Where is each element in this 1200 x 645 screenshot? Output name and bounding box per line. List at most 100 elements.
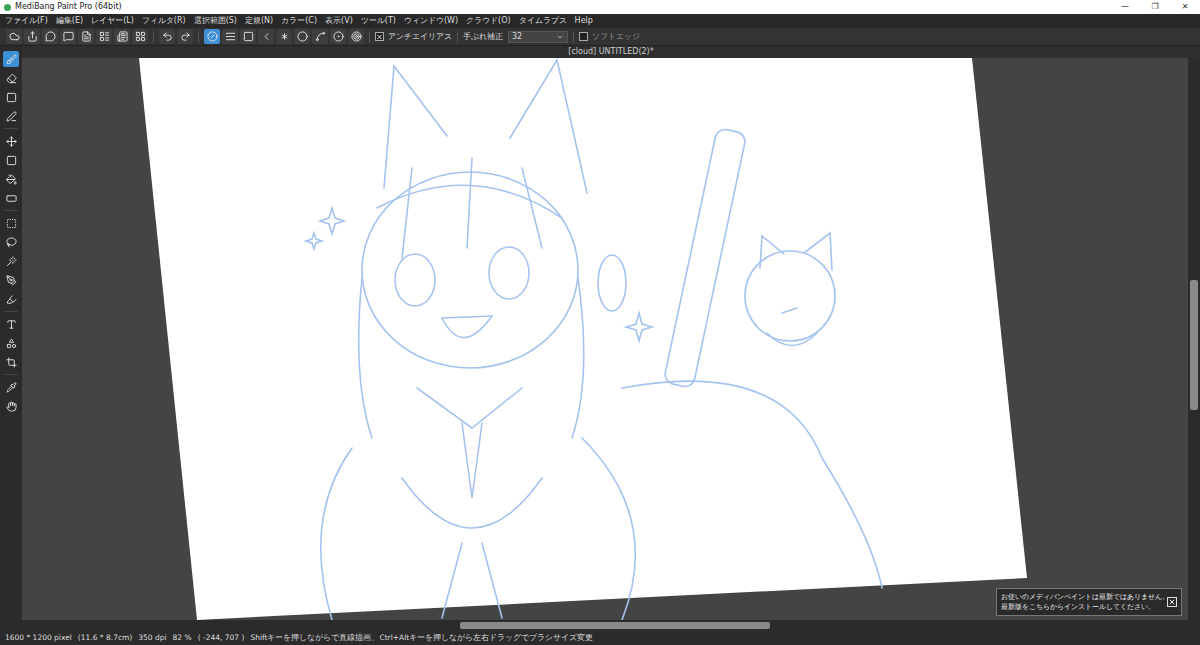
page-icon [81, 31, 92, 42]
stabilizer-select[interactable]: 32 [508, 31, 568, 43]
eyedropper-icon [6, 382, 17, 393]
status-text: 350 dpi [138, 634, 166, 642]
vertical-scrollbar[interactable] [1188, 58, 1200, 620]
antialias-checkbox[interactable] [375, 32, 384, 41]
toolbar-button[interactable] [258, 29, 274, 44]
curve-snap-icon [315, 31, 326, 42]
menu-item[interactable]: レイヤー(L) [91, 17, 134, 25]
update-notification: お使いのメディバンペイントは最新ではありません。最新版をこちらからインストールし… [996, 588, 1182, 616]
toolbar-button[interactable] [204, 29, 220, 44]
notification-text: お使いのメディバンペイントは最新ではありません。 [1001, 592, 1164, 602]
toolbar-button[interactable] [330, 29, 346, 44]
status-bar: 1600 * 1200 pixel(11.6 * 8.7cm)350 dpi82… [0, 631, 1200, 645]
dropdown-icon [556, 33, 564, 41]
status-text: (11.6 * 8.7cm) [78, 634, 132, 642]
ellipse-snap-icon [351, 31, 362, 42]
window-control[interactable]: — [1110, 3, 1140, 11]
toolbar-button[interactable] [276, 29, 292, 44]
horizontal-scrollbar[interactable] [22, 620, 1200, 631]
vertical-scroll-thumb[interactable] [1190, 280, 1198, 410]
toolbar-button[interactable] [222, 29, 238, 44]
menu-item[interactable]: クラウド(O) [466, 17, 511, 25]
tool-button[interactable] [3, 190, 19, 206]
tool-button[interactable] [3, 398, 19, 414]
menu-item[interactable]: フィルタ(R) [142, 17, 186, 25]
tool-button[interactable] [3, 70, 19, 86]
tool-button[interactable] [3, 133, 19, 149]
app-logo-icon [4, 4, 11, 11]
menu-item[interactable]: 編集(E) [56, 17, 83, 25]
dot-icon [6, 92, 17, 103]
status-text: Shiftキーを押しながらで直線描画、Ctrl+Altキーを押しながら左右ドラッ… [250, 634, 593, 642]
tool-button[interactable] [3, 51, 19, 67]
toolbar-button[interactable] [177, 29, 193, 44]
tool-separator [4, 374, 18, 375]
menu-item[interactable]: 定規(N) [245, 17, 273, 25]
document-tab[interactable]: [cloud] UNTITLED(2)* [568, 48, 653, 56]
menu-item[interactable]: Help [575, 17, 593, 25]
toolbar-button[interactable] [60, 29, 76, 44]
toolbar-button[interactable] [78, 29, 94, 44]
menu-item[interactable]: 選択範囲(S) [194, 17, 237, 25]
tool-button[interactable] [3, 215, 19, 231]
select-pen-icon [6, 275, 17, 286]
toolbar-button[interactable] [6, 29, 22, 44]
notification-close-button[interactable] [1167, 597, 1177, 607]
wand-icon [6, 256, 17, 267]
antialias-label: アンチエイリアス [388, 31, 452, 43]
window-control[interactable]: ✕ [1170, 3, 1200, 11]
window-title: MediBang Paint Pro (64bit) [15, 3, 122, 11]
tool-separator [4, 128, 18, 129]
concentric-icon [333, 31, 344, 42]
tool-button[interactable] [3, 171, 19, 187]
export-icon [27, 31, 38, 42]
toolbar-button[interactable] [24, 29, 40, 44]
tool-button[interactable] [3, 379, 19, 395]
bucket-icon [6, 174, 17, 185]
menu-item[interactable]: ウィンドウ(W) [404, 17, 458, 25]
grid-icon [135, 31, 146, 42]
toolbar-button[interactable] [240, 29, 256, 44]
toolbar-button[interactable] [348, 29, 364, 44]
tool-button[interactable] [3, 89, 19, 105]
text-icon [6, 319, 17, 330]
menu-item[interactable]: ツール(T) [361, 17, 396, 25]
tool-button[interactable] [3, 108, 19, 124]
toolbar-button[interactable] [312, 29, 328, 44]
toolbar-button[interactable] [132, 29, 148, 44]
stabilizer-label: 手ぶれ補正 [463, 31, 503, 43]
tool-button[interactable] [3, 291, 19, 307]
cloud-icon [9, 31, 20, 42]
tool-button[interactable] [3, 152, 19, 168]
toolbar-separator [153, 31, 154, 43]
status-text: 82 % [173, 634, 192, 642]
soft-edge-label: ソフトエッジ [592, 31, 640, 43]
horizontal-scroll-thumb[interactable] [460, 622, 770, 629]
tool-button[interactable] [3, 253, 19, 269]
artwork-canvas[interactable] [22, 58, 1188, 620]
window-control[interactable]: ❐ [1140, 3, 1170, 11]
menu-item[interactable]: ファイル(F) [5, 17, 48, 25]
tool-button[interactable] [3, 354, 19, 370]
speech-icon [63, 31, 74, 42]
toolbar-separator [369, 31, 370, 43]
pen-icon [6, 111, 17, 122]
menu-item[interactable]: タイムラプス [519, 17, 567, 25]
toolbar-button[interactable] [42, 29, 58, 44]
toolbar-button[interactable] [96, 29, 112, 44]
menu-item[interactable]: カラー(C) [281, 17, 317, 25]
tool-button[interactable] [3, 272, 19, 288]
tool-button[interactable] [3, 335, 19, 351]
canvas-area[interactable]: お使いのメディバンペイントは最新ではありません。最新版をこちらからインストールし… [22, 58, 1188, 620]
tool-button[interactable] [3, 316, 19, 332]
circle-snap-icon [297, 31, 308, 42]
menu-item[interactable]: 表示(V) [325, 17, 353, 25]
shape-icon [6, 338, 17, 349]
toolbar-button[interactable] [294, 29, 310, 44]
soft-edge-checkbox[interactable] [579, 32, 588, 41]
lasso-icon [6, 237, 17, 248]
toolbar-button[interactable] [114, 29, 130, 44]
tool-button[interactable] [3, 234, 19, 250]
select-icon [6, 218, 17, 229]
toolbar-button[interactable] [159, 29, 175, 44]
